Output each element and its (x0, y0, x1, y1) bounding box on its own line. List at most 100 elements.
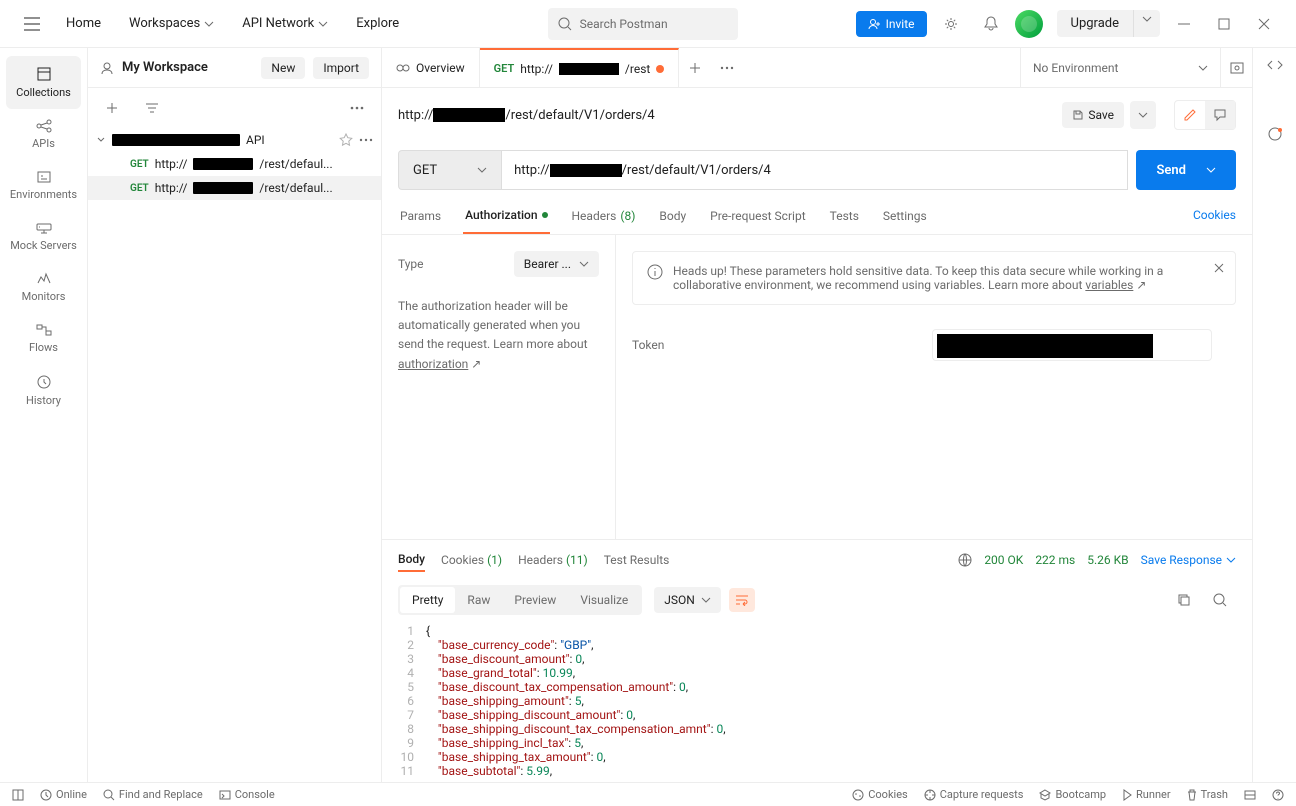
collection-item[interactable]: API (88, 128, 381, 152)
save-icon (1072, 109, 1084, 121)
request-item[interactable]: GET http:///rest/defaul... (88, 152, 381, 176)
token-input[interactable] (932, 329, 1212, 361)
tab-params[interactable]: Params (398, 198, 443, 234)
rail-monitors[interactable]: Monitors (0, 262, 87, 313)
workspace-title: My Workspace (122, 60, 253, 75)
variables-link[interactable]: variables (1085, 278, 1133, 292)
auth-learn-link[interactable]: authorization (398, 357, 468, 371)
footer-layout-icon[interactable] (12, 789, 24, 801)
tab-tests[interactable]: Tests (828, 198, 861, 234)
footer-capture[interactable]: Capture requests (924, 788, 1024, 801)
edit-icon[interactable] (1175, 101, 1205, 129)
nav-workspaces[interactable]: Workspaces (119, 10, 224, 37)
cookies-link[interactable]: Cookies (1193, 198, 1236, 234)
info-icon (647, 264, 663, 280)
search-input[interactable]: Search Postman (548, 8, 738, 40)
footer-bootcamp[interactable]: Bootcamp (1039, 788, 1106, 801)
view-visualize[interactable]: Visualize (568, 587, 640, 613)
search-placeholder: Search Postman (580, 17, 668, 31)
comment-icon[interactable] (1205, 101, 1235, 129)
footer-console[interactable]: Console (219, 788, 275, 801)
footer-panes-icon[interactable] (1244, 790, 1256, 800)
menu-icon[interactable] (16, 8, 48, 40)
nav-home[interactable]: Home (56, 10, 111, 37)
view-preview[interactable]: Preview (502, 587, 568, 613)
footer-cookies[interactable]: Cookies (852, 788, 907, 801)
resp-tab-cookies[interactable]: Cookies (1) (441, 549, 502, 571)
footer-online[interactable]: Online (40, 788, 87, 801)
close-icon[interactable] (1248, 8, 1280, 40)
tab-prereq[interactable]: Pre-request Script (708, 198, 807, 234)
rail-flows[interactable]: Flows (0, 313, 87, 364)
resp-tab-tests[interactable]: Test Results (604, 549, 670, 571)
search-icon (558, 17, 572, 31)
rail-environments[interactable]: Environments (0, 160, 87, 211)
new-tab-icon[interactable] (679, 52, 711, 84)
upgrade-button[interactable]: Upgrade (1057, 10, 1133, 37)
info-panel-icon[interactable] (1266, 126, 1284, 142)
avatar[interactable] (1015, 10, 1043, 38)
footer-find[interactable]: Find and Replace (103, 788, 203, 801)
resp-size: 5.26 KB (1087, 553, 1128, 567)
response-body[interactable]: 1{2 "base_currency_code": "GBP",3 "base_… (382, 620, 1252, 782)
save-caret[interactable] (1130, 101, 1156, 129)
save-button[interactable]: Save (1062, 102, 1124, 128)
notifications-icon[interactable] (975, 8, 1007, 40)
env-preview-icon[interactable] (1220, 48, 1252, 88)
footer-help-icon[interactable] (1272, 789, 1284, 801)
rail-apis[interactable]: APIs (0, 109, 87, 160)
search-response-icon[interactable] (1204, 584, 1236, 616)
info-banner: Heads up! These parameters hold sensitiv… (632, 251, 1236, 305)
upgrade-caret[interactable] (1133, 10, 1160, 37)
close-banner-icon[interactable] (1213, 262, 1225, 274)
rail-mock-servers[interactable]: Mock Servers (0, 211, 87, 262)
request-item[interactable]: GET http:///rest/defaul... (88, 176, 381, 200)
resp-status: 200 OK (984, 553, 1023, 567)
person-icon (100, 61, 114, 75)
star-icon[interactable] (339, 133, 353, 147)
rail-collections[interactable]: Collections (6, 56, 81, 109)
nav-explore[interactable]: Explore (346, 10, 409, 37)
add-icon[interactable] (96, 92, 128, 124)
format-select[interactable]: JSON (654, 587, 721, 613)
method-select[interactable]: GET (398, 150, 502, 190)
request-title: http:///rest/default/V1/orders/4 (398, 108, 655, 123)
copy-icon[interactable] (1168, 584, 1200, 616)
invite-button[interactable]: Invite (856, 11, 927, 37)
tab-settings[interactable]: Settings (881, 198, 929, 234)
nav-api-network[interactable]: API Network (232, 10, 338, 37)
settings-icon[interactable] (935, 8, 967, 40)
footer-trash[interactable]: Trash (1187, 788, 1228, 801)
overview-icon (396, 61, 410, 75)
view-raw[interactable]: Raw (455, 587, 502, 613)
footer-runner[interactable]: Runner (1122, 788, 1171, 801)
tab-headers[interactable]: Headers (8) (570, 198, 638, 234)
code-panel-icon[interactable] (1266, 58, 1284, 72)
tab-overview[interactable]: Overview (382, 48, 480, 88)
more-icon[interactable] (341, 92, 373, 124)
import-button[interactable]: Import (313, 57, 369, 79)
maximize-icon[interactable] (1208, 8, 1240, 40)
redacted (112, 134, 240, 146)
tab-more-icon[interactable] (711, 52, 743, 84)
environment-select[interactable]: No Environment (1020, 48, 1220, 88)
more-icon[interactable] (359, 138, 373, 142)
tab-request[interactable]: GET http:///rest (480, 48, 680, 88)
wrap-icon[interactable] (729, 588, 755, 612)
url-input[interactable]: http:///rest/default/V1/orders/4 (502, 150, 1128, 190)
chevron-down-icon (96, 135, 106, 145)
resp-tab-body[interactable]: Body (398, 548, 425, 572)
minimize-icon[interactable] (1168, 8, 1200, 40)
resp-tab-headers[interactable]: Headers (11) (518, 549, 588, 571)
auth-type-select[interactable]: Bearer ... (514, 251, 599, 277)
tab-body[interactable]: Body (657, 198, 688, 234)
tab-auth[interactable]: Authorization (463, 198, 549, 234)
unsaved-dot-icon (656, 65, 664, 73)
filter-icon[interactable] (136, 92, 168, 124)
send-button[interactable]: Send (1136, 150, 1236, 190)
view-pretty[interactable]: Pretty (400, 587, 455, 613)
globe-icon[interactable] (958, 553, 972, 567)
save-response-button[interactable]: Save Response (1141, 553, 1236, 567)
rail-history[interactable]: History (0, 364, 87, 417)
new-button[interactable]: New (261, 57, 305, 79)
